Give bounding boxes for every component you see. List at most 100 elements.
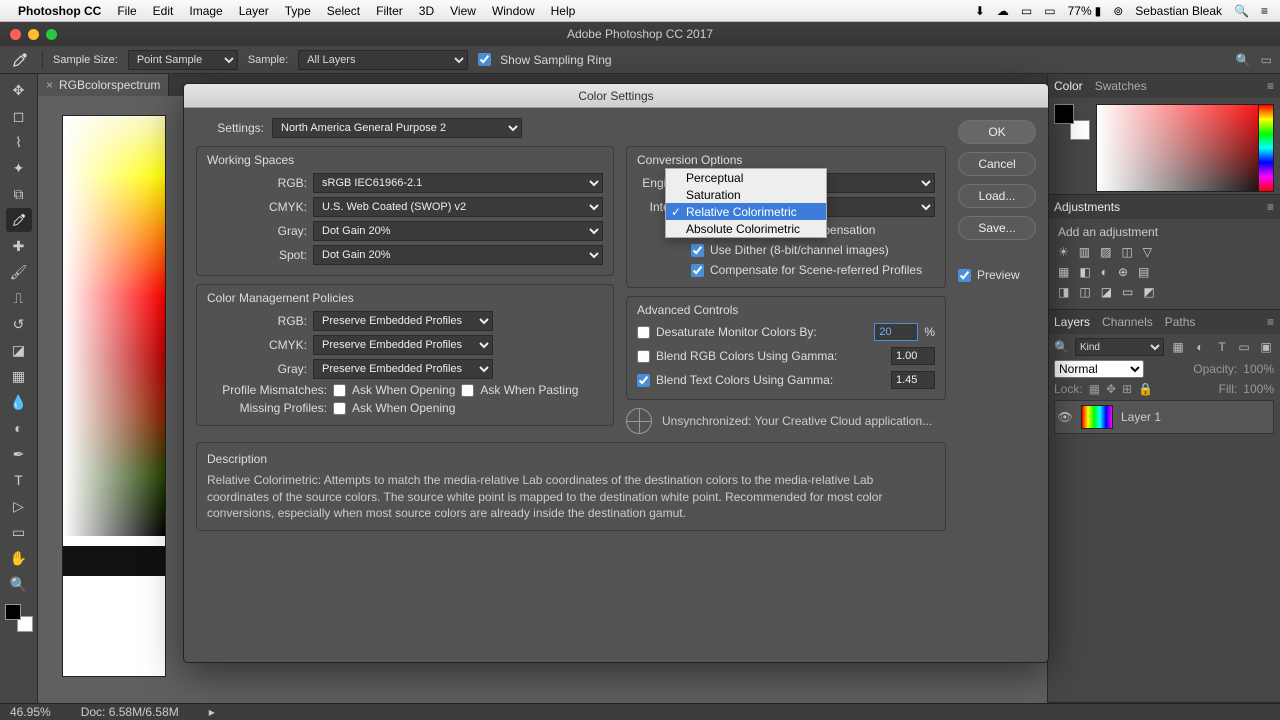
document-tab[interactable]: × RGBcolorspectrum — [38, 74, 169, 96]
ws-cmyk-select[interactable]: U.S. Web Coated (SWOP) v2 — [313, 197, 603, 217]
tab-color[interactable]: Color — [1054, 79, 1083, 93]
history-brush-tool[interactable]: ↺ — [6, 312, 32, 336]
tab-channels[interactable]: Channels — [1102, 315, 1153, 329]
menu-type[interactable]: Type — [279, 4, 317, 18]
tab-adjustments[interactable]: Adjustments — [1054, 200, 1120, 214]
wifi-icon[interactable]: ⊚ — [1109, 4, 1127, 18]
layer-thumbnail[interactable] — [1081, 405, 1113, 429]
filter-shape-icon[interactable]: ▭ — [1236, 339, 1252, 355]
marquee-tool[interactable]: ◻ — [6, 104, 32, 128]
download-icon[interactable]: ⬇ — [971, 4, 989, 18]
healing-brush-tool[interactable]: ✚ — [6, 234, 32, 258]
exposure-icon[interactable]: ◫ — [1121, 245, 1132, 259]
close-tab-icon[interactable]: × — [46, 78, 53, 92]
filter-type-icon[interactable]: T — [1214, 339, 1230, 355]
menu-filter[interactable]: Filter — [370, 4, 409, 18]
menu-select[interactable]: Select — [321, 4, 366, 18]
menu-edit[interactable]: Edit — [147, 4, 180, 18]
intent-option-absolute[interactable]: Absolute Colorimetric — [666, 220, 826, 237]
blur-tool[interactable]: 💧 — [6, 390, 32, 414]
ok-button[interactable]: OK — [958, 120, 1036, 144]
brightness-icon[interactable]: ☀ — [1058, 245, 1069, 259]
blend-mode-select[interactable]: Normal — [1054, 360, 1144, 378]
intent-option-relative[interactable]: Relative Colorimetric — [666, 203, 826, 220]
ask-when-opening-checkbox[interactable] — [333, 384, 346, 397]
pol-gray-select[interactable]: Preserve Embedded Profiles — [313, 359, 493, 379]
pen-tool[interactable]: ✒ — [6, 442, 32, 466]
vibrance-icon[interactable]: ▽ — [1143, 245, 1152, 259]
display1-icon[interactable]: ▭ — [1017, 4, 1036, 18]
invert-icon[interactable]: ◨ — [1058, 285, 1069, 299]
fill-value[interactable]: 100% — [1243, 382, 1274, 396]
pol-cmyk-select[interactable]: Preserve Embedded Profiles — [313, 335, 493, 355]
missing-ask-open-checkbox[interactable] — [333, 402, 346, 415]
settings-preset-select[interactable]: North America General Purpose 2 — [272, 118, 522, 138]
compensate-checkbox[interactable] — [691, 264, 704, 277]
dither-checkbox[interactable] — [691, 244, 704, 257]
lock-position-icon[interactable]: ✥ — [1106, 382, 1116, 396]
type-tool[interactable]: T — [6, 468, 32, 492]
rectangle-tool[interactable]: ▭ — [6, 520, 32, 544]
cloud-icon[interactable]: ☁ — [993, 4, 1013, 18]
lut-icon[interactable]: ▤ — [1138, 265, 1149, 279]
search-icon[interactable]: 🔍 — [1236, 53, 1251, 67]
layer-name[interactable]: Layer 1 — [1121, 410, 1161, 424]
blend-text-checkbox[interactable] — [637, 374, 650, 387]
eraser-tool[interactable]: ◪ — [6, 338, 32, 362]
color-panel-fgbg[interactable] — [1054, 104, 1090, 140]
menu-window[interactable]: Window — [486, 4, 541, 18]
channel-mixer-icon[interactable]: ⊕ — [1118, 265, 1128, 279]
panel-menu-icon[interactable]: ≡ — [1267, 200, 1274, 214]
zoom-window-button[interactable] — [46, 29, 57, 40]
lasso-tool[interactable]: ⌇ — [6, 130, 32, 154]
posterize-icon[interactable]: ◫ — [1079, 285, 1090, 299]
pol-rgb-select[interactable]: Preserve Embedded Profiles — [313, 311, 493, 331]
curves-icon[interactable]: ▨ — [1100, 245, 1111, 259]
menu-file[interactable]: File — [111, 4, 142, 18]
opacity-value[interactable]: 100% — [1243, 362, 1274, 376]
blend-text-input[interactable] — [891, 371, 935, 389]
user-name[interactable]: Sebastian Bleak — [1131, 4, 1226, 18]
gradient-tool[interactable]: ▦ — [6, 364, 32, 388]
document-size[interactable]: Doc: 6.58M/6.58M — [81, 705, 179, 719]
lock-artboard-icon[interactable]: ⊞ — [1122, 382, 1132, 396]
preview-checkbox[interactable] — [958, 269, 971, 282]
foreground-color-swatch[interactable] — [5, 604, 21, 620]
blend-rgb-input[interactable] — [891, 347, 935, 365]
hue-strip[interactable] — [1258, 104, 1274, 192]
zoom-tool[interactable]: 🔍 — [6, 572, 32, 596]
photo-filter-icon[interactable]: ◐ — [1101, 265, 1108, 279]
tab-swatches[interactable]: Swatches — [1095, 79, 1147, 93]
selective-color-icon[interactable]: ◩ — [1143, 285, 1154, 299]
menu-icon[interactable]: ≡ — [1257, 4, 1272, 18]
zoom-level[interactable]: 46.95% — [10, 705, 51, 719]
gradient-map-icon[interactable]: ▭ — [1122, 285, 1133, 299]
menu-help[interactable]: Help — [545, 4, 582, 18]
load-button[interactable]: Load... — [958, 184, 1036, 208]
display2-icon[interactable]: ▭ — [1040, 4, 1059, 18]
menu-view[interactable]: View — [444, 4, 482, 18]
minimize-window-button[interactable] — [28, 29, 39, 40]
sample-layers-select[interactable]: All Layers — [298, 50, 468, 70]
statusbar-disclosure-icon[interactable]: ▸ — [209, 705, 215, 719]
filter-pixel-icon[interactable]: ▦ — [1170, 339, 1186, 355]
intent-option-saturation[interactable]: Saturation — [666, 186, 826, 203]
blend-rgb-checkbox[interactable] — [637, 350, 650, 363]
sample-size-select[interactable]: Point Sample — [128, 50, 238, 70]
color-ramp[interactable] — [1096, 104, 1274, 192]
menu-layer[interactable]: Layer — [233, 4, 275, 18]
tab-layers[interactable]: Layers — [1054, 315, 1090, 329]
bw-icon[interactable]: ◧ — [1079, 265, 1090, 279]
workspace-icon[interactable]: ▭ — [1261, 53, 1272, 67]
lock-pixels-icon[interactable]: ▦ — [1089, 382, 1100, 396]
battery-status[interactable]: 77% ▮ — [1064, 4, 1106, 18]
threshold-icon[interactable]: ◪ — [1101, 285, 1112, 299]
filter-adjust-icon[interactable]: ◐ — [1192, 339, 1208, 355]
canvas[interactable] — [63, 116, 165, 676]
menu-image[interactable]: Image — [183, 4, 228, 18]
lock-all-icon[interactable]: 🔒 — [1138, 382, 1153, 396]
close-window-button[interactable] — [10, 29, 21, 40]
save-button[interactable]: Save... — [958, 216, 1036, 240]
foreground-background-colors[interactable] — [5, 604, 33, 632]
eyedropper-tool[interactable] — [6, 208, 32, 232]
